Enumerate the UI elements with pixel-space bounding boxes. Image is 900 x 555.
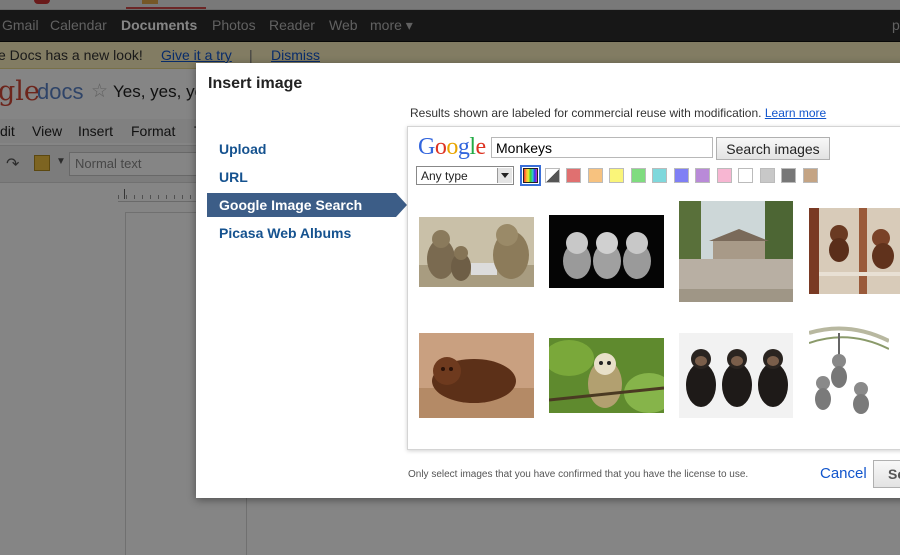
nav-label: Google Image Search bbox=[219, 197, 363, 213]
color-swatch-blue[interactable] bbox=[674, 168, 689, 183]
select-button[interactable]: Select bbox=[873, 460, 900, 488]
insert-image-dialog: Insert image Upload URL Google Image Sea… bbox=[196, 63, 900, 498]
image-type-select[interactable]: Any type bbox=[416, 166, 514, 185]
license-note: Only select images that you have confirm… bbox=[408, 469, 749, 480]
nav-url[interactable]: URL bbox=[207, 165, 396, 189]
color-swatch-all-colors[interactable] bbox=[520, 165, 541, 186]
color-swatch-white[interactable] bbox=[738, 168, 753, 183]
nav-upload[interactable]: Upload bbox=[207, 137, 396, 161]
search-images-button[interactable]: Search images bbox=[716, 137, 830, 160]
color-swatch-orange[interactable] bbox=[588, 168, 603, 183]
image-search-panel: Google Search images Any type bbox=[407, 126, 900, 450]
image-result-3[interactable] bbox=[679, 201, 793, 302]
color-swatch-black-and-white[interactable] bbox=[545, 168, 560, 183]
learn-more-link[interactable]: Learn more bbox=[765, 106, 826, 120]
results-license-note: Results shown are labeled for commercial… bbox=[410, 106, 826, 120]
color-swatch-yellow[interactable] bbox=[609, 168, 624, 183]
google-logo: Google bbox=[418, 134, 486, 160]
active-nav-arrow bbox=[396, 193, 407, 217]
nav-label: URL bbox=[219, 169, 248, 185]
image-search-input[interactable] bbox=[491, 137, 713, 158]
image-result-4[interactable] bbox=[809, 208, 900, 294]
color-swatch-gray[interactable] bbox=[760, 168, 775, 183]
cancel-button[interactable]: Cancel bbox=[820, 465, 867, 482]
nav-label: Picasa Web Albums bbox=[219, 225, 352, 241]
color-swatch-red[interactable] bbox=[566, 168, 581, 183]
image-result-7[interactable] bbox=[679, 333, 793, 418]
color-swatch-pink[interactable] bbox=[717, 168, 732, 183]
image-result-1[interactable] bbox=[419, 217, 534, 287]
dialog-title: Insert image bbox=[208, 75, 303, 92]
color-swatch-brown[interactable] bbox=[803, 168, 818, 183]
image-result-6[interactable] bbox=[549, 338, 664, 413]
nav-google-image-search[interactable]: Google Image Search bbox=[207, 193, 407, 217]
image-type-value: Any type bbox=[421, 169, 468, 183]
color-swatch-black[interactable] bbox=[781, 168, 796, 183]
color-swatch-teal[interactable] bbox=[652, 168, 667, 183]
image-result-5[interactable] bbox=[419, 333, 534, 418]
nav-picasa-web-albums[interactable]: Picasa Web Albums bbox=[207, 221, 396, 245]
color-swatch-purple[interactable] bbox=[695, 168, 710, 183]
nav-label: Upload bbox=[219, 141, 267, 157]
image-result-2[interactable] bbox=[549, 215, 664, 288]
color-swatch-green[interactable] bbox=[631, 168, 646, 183]
image-result-8[interactable] bbox=[809, 319, 889, 419]
chevron-down-icon[interactable] bbox=[497, 168, 512, 183]
results-note-text: Results shown are labeled for commercial… bbox=[410, 106, 762, 120]
